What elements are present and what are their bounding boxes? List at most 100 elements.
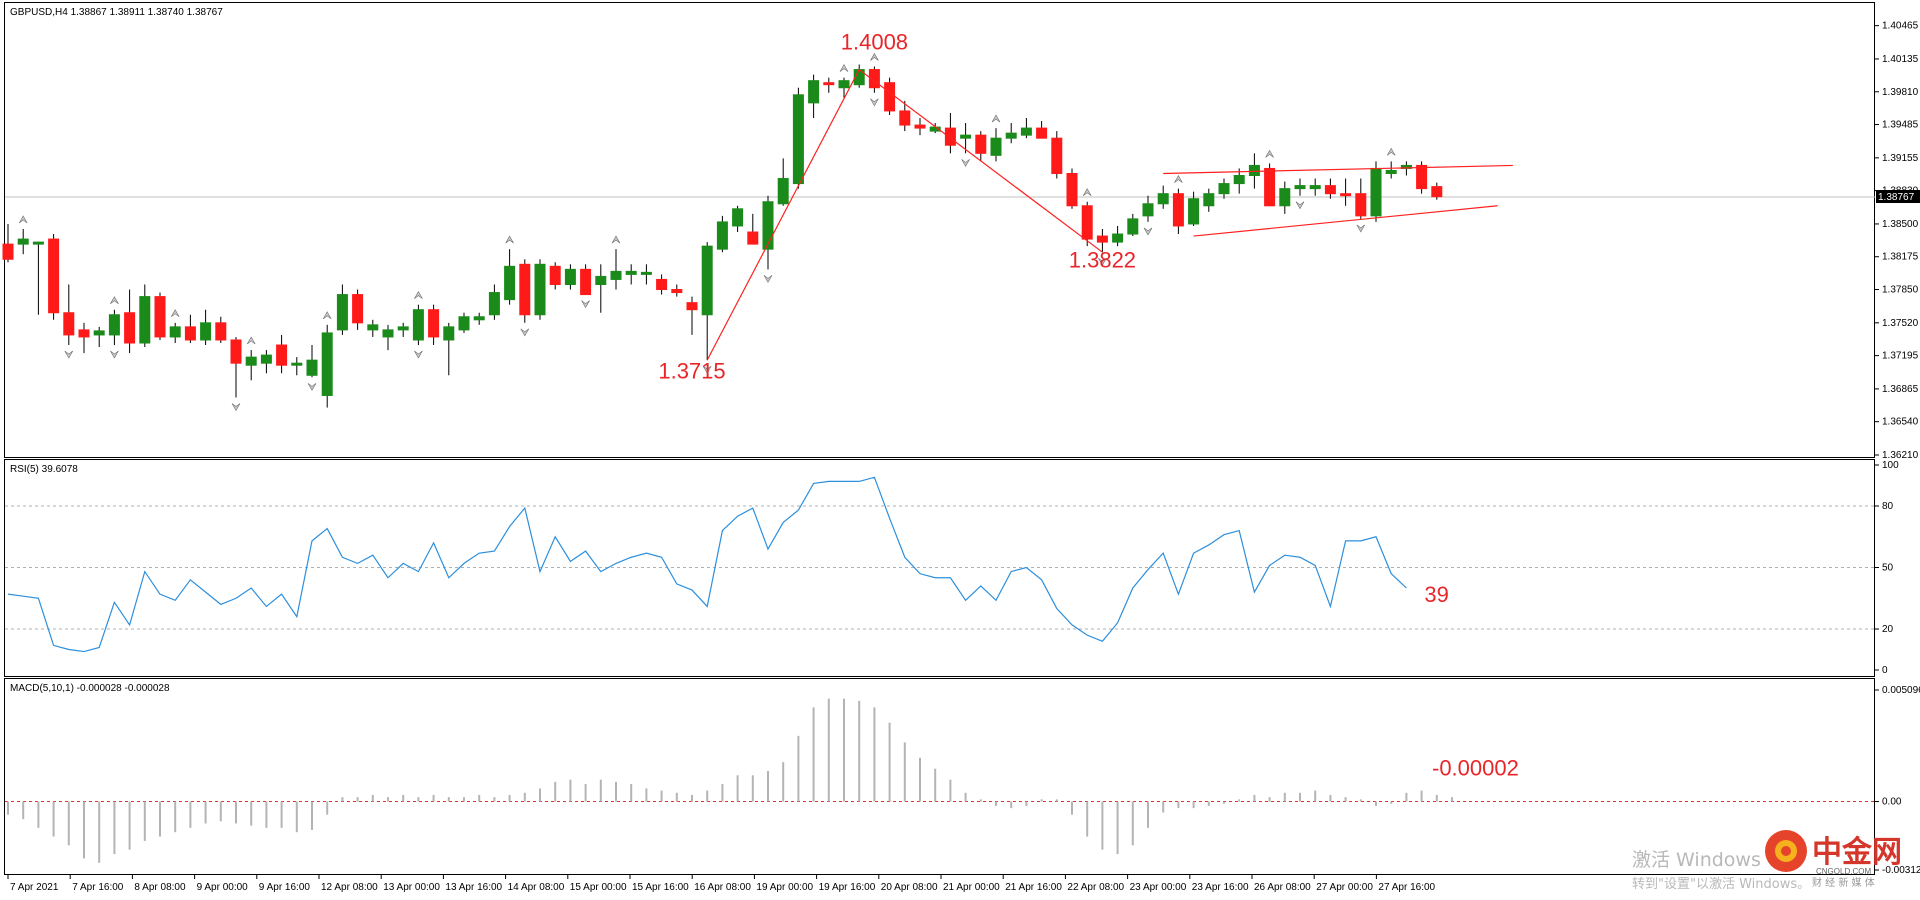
price-annotation: 1.3822	[1069, 247, 1136, 272]
candle-body-bull	[732, 208, 744, 227]
candle-body-bear	[549, 265, 561, 285]
candle-body-bull	[990, 137, 1002, 156]
time-tick-label: 27 Apr 16:00	[1378, 882, 1435, 893]
time-tick-label: 20 Apr 08:00	[881, 882, 938, 893]
price-tick-label: 1.40465	[1882, 21, 1919, 32]
candle-body-bull	[260, 354, 272, 364]
rsi-panel-title: RSI(5) 39.6078	[10, 464, 78, 475]
candle-body-bear	[656, 278, 668, 291]
candle-body-bear	[914, 124, 926, 129]
candle-body-bear	[975, 134, 987, 154]
candle-body-bear	[276, 344, 288, 366]
candle-body-bear	[215, 322, 227, 341]
fractal-up-arrow	[1174, 175, 1183, 183]
candle	[321, 324, 333, 408]
candle	[17, 228, 29, 255]
candle	[792, 87, 804, 189]
candle	[1203, 188, 1215, 212]
candle	[1309, 178, 1321, 196]
fractal-down-arrow	[231, 403, 241, 412]
current-price-badge: 1.38767	[1876, 190, 1920, 204]
candle-body-bear	[1355, 193, 1367, 217]
candle	[990, 128, 1002, 162]
candle	[595, 264, 607, 313]
forex-chart[interactable]: GBPUSD,H4 1.38867 1.38911 1.38740 1.3876…	[0, 0, 1920, 900]
time-tick-label: 26 Apr 08:00	[1254, 882, 1311, 893]
candle	[230, 336, 242, 398]
candle	[1416, 161, 1428, 194]
candle	[215, 316, 227, 344]
candle	[154, 292, 166, 340]
candle	[868, 66, 880, 93]
price-annotation: 1.3715	[658, 358, 725, 383]
candle-body-bull	[1142, 203, 1154, 217]
time-tick-label: 15 Apr 16:00	[632, 882, 689, 893]
candle	[564, 264, 576, 290]
time-tick-label: 21 Apr 00:00	[943, 882, 1000, 893]
candle	[762, 195, 774, 270]
fractal-up-arrow	[611, 235, 621, 244]
candle	[1051, 131, 1063, 179]
candle	[1294, 178, 1306, 196]
macd-panel-title: MACD(5,10,1) -0.000028 -0.000028	[10, 683, 170, 694]
candle-body-bull	[367, 324, 379, 331]
candle-body-bull	[716, 221, 728, 250]
candle	[382, 324, 394, 351]
candle	[458, 312, 470, 333]
time-tick-label: 27 Apr 00:00	[1316, 882, 1373, 893]
candle-body-bear	[428, 309, 440, 338]
fractal-up-arrow	[505, 235, 514, 244]
candle	[352, 289, 364, 330]
price-tick-label: 1.37850	[1882, 285, 1919, 296]
candle	[625, 264, 637, 285]
macd-value-annotation: -0.00002	[1432, 756, 1519, 781]
candle	[656, 274, 668, 295]
candle-body-bull	[504, 265, 516, 301]
trend-line	[1163, 164, 1513, 175]
candle	[397, 322, 409, 337]
fractal-up-arrow	[18, 215, 28, 224]
candle-body-bull	[93, 330, 105, 336]
candle	[336, 284, 348, 335]
candle-body-bull	[382, 329, 394, 338]
macd-panel	[4, 678, 1875, 875]
candle-body-bull	[108, 314, 120, 336]
candle	[1112, 225, 1124, 247]
candle	[671, 284, 683, 297]
candle-body-bull	[777, 178, 789, 205]
price-tick-label: 1.36540	[1882, 417, 1919, 428]
rsi-tick-label: 50	[1882, 563, 1894, 574]
candle	[1020, 117, 1032, 139]
fractal-down-arrow	[1143, 227, 1153, 236]
candle	[169, 322, 181, 344]
fractal-down-arrow	[520, 328, 530, 337]
fractal-up-arrow	[322, 311, 332, 320]
price-tick-label: 1.38175	[1882, 252, 1919, 263]
candle	[610, 249, 622, 290]
candle-body-bear	[1340, 193, 1352, 197]
price-tick-label: 1.39155	[1882, 153, 1919, 164]
macd-tick-label: 0.00	[1882, 797, 1902, 808]
candle	[1431, 182, 1443, 200]
candle-body-bull	[412, 309, 424, 341]
fractal-up-arrow	[110, 296, 119, 304]
candle	[63, 284, 75, 346]
candle	[944, 112, 956, 154]
candle-body-bear	[48, 238, 60, 314]
candle	[716, 215, 728, 253]
candle	[124, 289, 136, 354]
candle	[884, 77, 896, 115]
candle	[1005, 123, 1017, 144]
candle	[534, 259, 546, 320]
candle-body-bear	[1264, 167, 1276, 207]
rsi-tick-label: 100	[1882, 460, 1899, 471]
candle	[914, 117, 926, 136]
fractal-up-arrow	[1386, 147, 1396, 156]
svg-text:中金网: 中金网	[1812, 835, 1902, 870]
price-tick-label: 1.38500	[1882, 219, 1919, 230]
fractal-down-arrow	[307, 383, 317, 391]
candle	[1279, 181, 1291, 214]
candle-body-bear	[944, 127, 956, 146]
candle	[108, 309, 120, 346]
rsi-series-line	[7, 476, 1407, 653]
